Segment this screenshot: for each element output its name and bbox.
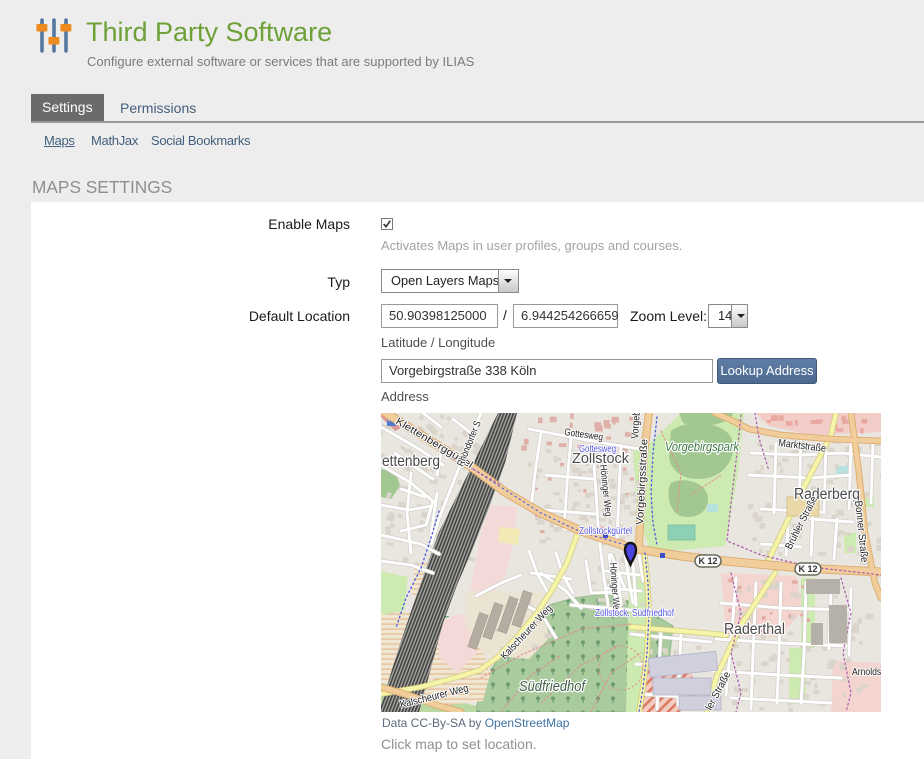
svg-text:Vorgeb: Vorgeb — [629, 413, 643, 439]
svg-text:K 12: K 12 — [798, 564, 817, 574]
svg-text:K 12: K 12 — [698, 556, 717, 566]
svg-text:Südfriedhof: Südfriedhof — [519, 678, 587, 695]
svg-text:Gottesweg: Gottesweg — [579, 444, 616, 455]
svg-text:Arnoldsh: Arnoldsh — [852, 666, 881, 678]
svg-text:Raderberg: Raderberg — [794, 486, 860, 503]
svg-text:Zollstock, Südfriedhof: Zollstock, Südfriedhof — [595, 607, 674, 619]
svg-text:Raderthal: Raderthal — [724, 621, 785, 638]
svg-text:Zollstockgürtel: Zollstockgürtel — [579, 525, 632, 537]
svg-text:ettenberg: ettenberg — [382, 453, 440, 470]
svg-text:Vorgebirgspark: Vorgebirgspark — [665, 440, 740, 454]
